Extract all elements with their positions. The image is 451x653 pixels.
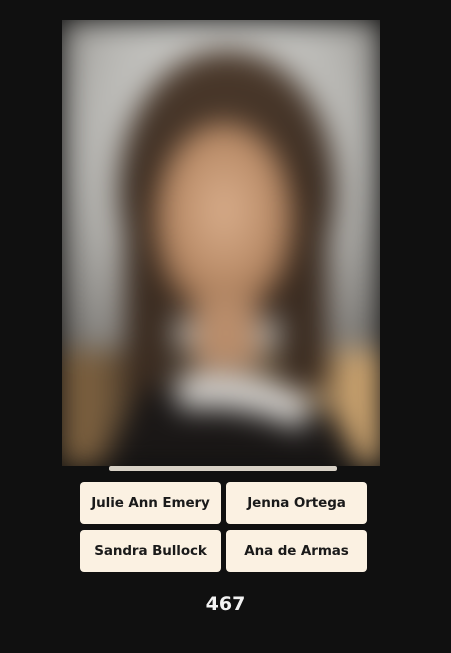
choice-button-3[interactable]: Sandra Bullock	[80, 530, 221, 572]
blurred-celebrity-photo	[62, 20, 380, 466]
portrait-image	[62, 20, 380, 466]
timer-progress-fill	[109, 466, 337, 471]
choice-button-1[interactable]: Julie Ann Emery	[80, 482, 221, 524]
choice-button-4[interactable]: Ana de Armas	[226, 530, 367, 572]
score-display: 467	[205, 593, 246, 615]
timer-progress-bar	[109, 466, 337, 471]
choice-button-2[interactable]: Jenna Ortega	[226, 482, 367, 524]
answer-choices: Julie Ann Emery Jenna Ortega Sandra Bull…	[80, 482, 367, 572]
